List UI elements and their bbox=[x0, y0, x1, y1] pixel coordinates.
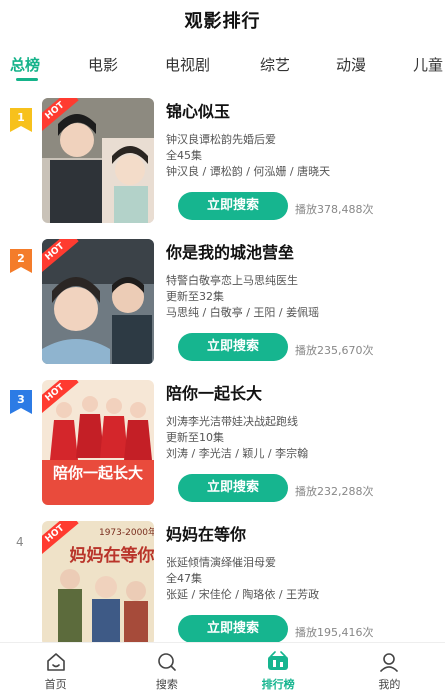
active-tab-indicator bbox=[16, 78, 38, 81]
poster-image[interactable]: HOT bbox=[42, 98, 154, 223]
item-cast: 刘涛 / 李光洁 / 颖儿 / 李宗翰 bbox=[166, 447, 309, 460]
nav-profile[interactable]: 我的 bbox=[334, 643, 445, 700]
item-info: 你是我的城池营垒 特警白敬亭恋上马思纯医生 更新至32集 马思纯 / 白敬亭 /… bbox=[166, 239, 437, 321]
play-count: 播放235,670次 bbox=[295, 344, 374, 357]
poster-title-text: 妈妈在等你 bbox=[70, 545, 155, 566]
tab-anime[interactable]: 动漫 bbox=[336, 54, 366, 75]
item-title[interactable]: 妈妈在等你 bbox=[166, 521, 437, 545]
search-icon bbox=[158, 653, 176, 671]
list-item[interactable]: 2 HOT 你是我的城池营垒 特警白敬亭恋上马思纯医生 更新至32集 马思纯 /… bbox=[0, 233, 445, 374]
search-now-button[interactable]: 立即搜索 bbox=[178, 474, 288, 502]
ranking-icon bbox=[268, 651, 289, 670]
item-episodes: 更新至10集 bbox=[166, 431, 224, 444]
rank-number: 3 bbox=[17, 393, 25, 406]
tab-kids[interactable]: 儿童 bbox=[413, 54, 443, 75]
item-info: 妈妈在等你 张延倾情演绎催泪母爱 全47集 张延 / 宋佳伦 / 陶珞依 / 王… bbox=[166, 521, 437, 603]
item-episodes: 全47集 bbox=[166, 572, 202, 585]
item-desc: 特警白敬亭恋上马思纯医生 bbox=[166, 274, 298, 287]
category-tabs: 总榜 电影 电视剧 综艺 动漫 儿童 bbox=[0, 40, 445, 88]
play-count: 播放195,416次 bbox=[295, 626, 374, 639]
tab-variety[interactable]: 综艺 bbox=[260, 54, 290, 75]
search-now-button[interactable]: 立即搜索 bbox=[178, 333, 288, 361]
item-desc: 钟汉良谭松韵先婚后爱 bbox=[166, 133, 276, 146]
search-now-button[interactable]: 立即搜索 bbox=[178, 192, 288, 220]
nav-profile-label: 我的 bbox=[378, 678, 401, 691]
header: 观影排行 bbox=[0, 0, 445, 40]
item-title[interactable]: 陪你一起长大 bbox=[166, 380, 437, 404]
play-count: 播放378,488次 bbox=[295, 203, 374, 216]
nav-search-label: 搜索 bbox=[155, 678, 178, 691]
nav-home-label: 首页 bbox=[44, 678, 67, 691]
item-info: 陪你一起长大 刘涛李光洁带娃决战起跑线 更新至10集 刘涛 / 李光洁 / 颖儿… bbox=[166, 380, 437, 462]
rank-number: 4 bbox=[16, 535, 24, 549]
rank-number: 2 bbox=[17, 252, 25, 265]
item-title[interactable]: 锦心似玉 bbox=[166, 98, 437, 122]
bottom-navigation: 首页 搜索 排行榜 我的 bbox=[0, 642, 445, 700]
list-item[interactable]: 1 HOT 锦心似玉 钟汉良谭松韵先婚后爱 全45集 钟汉良 / 谭松韵 / 何… bbox=[0, 92, 445, 233]
poster-image[interactable]: 1973-2000年 妈妈在等你 HOT bbox=[42, 521, 154, 642]
poster-title-text: 陪你一起长大 bbox=[53, 464, 143, 482]
item-cast: 钟汉良 / 谭松韵 / 何泓姗 / 唐晓天 bbox=[166, 165, 331, 178]
profile-icon bbox=[380, 653, 399, 672]
nav-ranking-label: 排行榜 bbox=[261, 678, 295, 691]
rank-badge: 1 bbox=[10, 108, 32, 132]
rank-number: 1 bbox=[17, 111, 25, 124]
item-desc: 刘涛李光洁带娃决战起跑线 bbox=[166, 415, 298, 428]
rank-badge: 2 bbox=[10, 249, 32, 273]
item-info: 锦心似玉 钟汉良谭松韵先婚后爱 全45集 钟汉良 / 谭松韵 / 何泓姗 / 唐… bbox=[166, 98, 437, 180]
tab-tv[interactable]: 电视剧 bbox=[165, 54, 210, 75]
play-count: 播放232,288次 bbox=[295, 485, 374, 498]
list-item[interactable]: 4 1973-2000年 妈妈在等你 HOT 妈妈在等你 张延倾情演绎催泪母爱 … bbox=[0, 515, 445, 642]
search-now-button[interactable]: 立即搜索 bbox=[178, 615, 288, 642]
item-episodes: 全45集 bbox=[166, 149, 202, 162]
poster-year-text: 1973-2000年 bbox=[99, 526, 154, 538]
ranking-list: 1 HOT 锦心似玉 钟汉良谭松韵先婚后爱 全45集 钟汉良 / 谭松韵 / 何… bbox=[0, 92, 445, 642]
rank-badge: 3 bbox=[10, 390, 32, 414]
poster-image[interactable]: 陪你一起长大 HOT bbox=[42, 380, 154, 505]
list-item[interactable]: 3 陪你一起长大 HOT 陪你一起长大 刘涛李光洁带娃决战起跑线 更新至10集 bbox=[0, 374, 445, 515]
home-icon bbox=[46, 653, 65, 671]
nav-home[interactable]: 首页 bbox=[0, 643, 111, 700]
tab-all[interactable]: 总榜 bbox=[10, 54, 40, 75]
tab-movie[interactable]: 电影 bbox=[88, 54, 118, 75]
item-title[interactable]: 你是我的城池营垒 bbox=[166, 239, 437, 263]
nav-search[interactable]: 搜索 bbox=[111, 643, 222, 700]
item-episodes: 更新至32集 bbox=[166, 290, 224, 303]
item-cast: 马思纯 / 白敬亭 / 王阳 / 姜佩瑶 bbox=[166, 306, 320, 319]
poster-image[interactable]: HOT bbox=[42, 239, 154, 364]
nav-ranking[interactable]: 排行榜 bbox=[223, 643, 334, 700]
item-cast: 张延 / 宋佳伦 / 陶珞依 / 王芳政 bbox=[166, 588, 320, 601]
item-desc: 张延倾情演绎催泪母爱 bbox=[166, 556, 276, 569]
page-title: 观影排行 bbox=[184, 11, 261, 32]
